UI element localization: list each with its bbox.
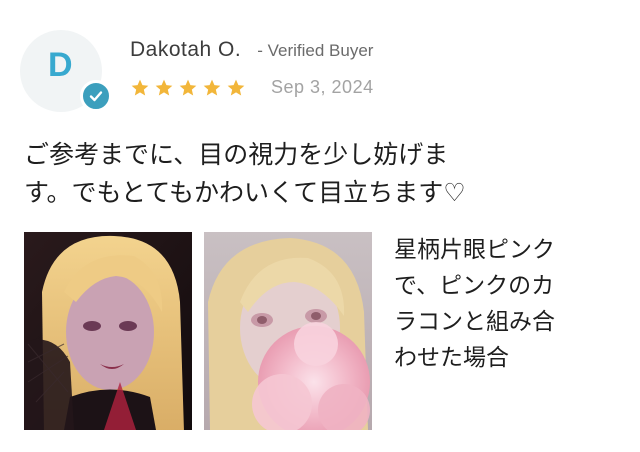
star-rating: [130, 78, 246, 98]
review-photo-2[interactable]: [204, 232, 372, 430]
reviewer-name: Dakotah O.: [130, 38, 242, 61]
star-icon: [131, 79, 149, 96]
caption-line: ラコンと組み合: [394, 309, 555, 335]
star-icon: [179, 79, 197, 96]
review-photo-1[interactable]: [24, 232, 192, 430]
caption-line: わせた場合: [394, 345, 509, 371]
review-text-line: ご参考までに、目の視力を少し妨げま: [24, 140, 449, 169]
review-date: Sep 3, 2024: [271, 77, 374, 97]
checkmark-icon: [89, 91, 103, 102]
verified-buyer-label: - Verified Buyer: [257, 41, 374, 60]
review-text-line: す。でもとてもかわいくて目立ちます♡: [24, 178, 466, 207]
photo-caption: 星柄片眼ピンク で、ピンクのカ ラコンと組み合 わせた場合: [394, 232, 614, 376]
reviewer-header: Dakotah O. - Verified Buyer: [130, 38, 373, 62]
caption-line: で、ピンクのカ: [394, 273, 555, 299]
star-icon: [203, 79, 221, 96]
caption-line: 星柄片眼ピンク: [394, 237, 555, 263]
review-text: ご参考までに、目の視力を少し妨げま す。でもとてもかわいくて目立ちます♡: [24, 136, 594, 212]
star-icon: [227, 79, 245, 96]
verified-badge-icon: [80, 80, 112, 112]
star-icon: [155, 79, 173, 96]
avatar-initial: D: [48, 46, 73, 84]
